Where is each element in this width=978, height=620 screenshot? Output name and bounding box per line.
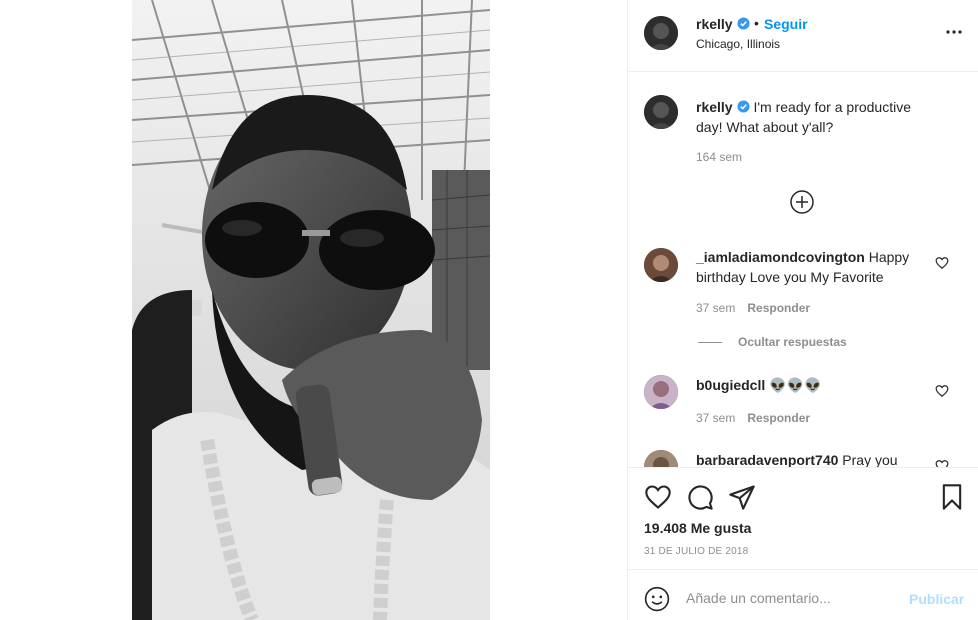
post-actions: 19.408 Me gusta 31 DE JULIO DE 2018 (628, 467, 978, 569)
post-date[interactable]: 31 DE JULIO DE 2018 (644, 546, 748, 557)
avatar-image (644, 95, 678, 129)
comment-text: barbaradavenport740 Pray you (696, 450, 936, 467)
more-options-icon[interactable] (944, 22, 964, 42)
commenter-avatar[interactable] (644, 450, 678, 467)
comment-timestamp[interactable]: 37 sem (696, 301, 735, 315)
post-location[interactable]: Chicago, Illinois (696, 37, 780, 51)
comment-body: 👽👽👽 (769, 377, 822, 393)
comment-meta: 37 sem Responder (696, 301, 810, 315)
comment-username[interactable]: barbaradavenport740 (696, 452, 838, 467)
save-bookmark-icon[interactable] (938, 483, 966, 511)
comment-like-icon[interactable] (935, 459, 949, 467)
commenter-avatar[interactable] (644, 375, 678, 409)
hide-replies-label: Ocultar respuestas (738, 335, 847, 349)
comment-timestamp[interactable]: 37 sem (696, 411, 735, 425)
likes-count[interactable]: 19.408 Me gusta (644, 520, 751, 536)
comment-username[interactable]: b0ugiedcll (696, 377, 765, 393)
caption-avatar[interactable] (644, 95, 678, 129)
caption-timestamp[interactable]: 164 sem (696, 150, 742, 164)
comment-text: b0ugiedcll 👽👽👽 (696, 375, 936, 395)
avatar-image (644, 450, 678, 467)
add-comment-bar: Publicar (628, 569, 978, 620)
author-username[interactable]: rkelly (696, 16, 750, 32)
comment-like-icon[interactable] (935, 256, 949, 270)
comment-body: Pray you (842, 452, 898, 467)
reply-button[interactable]: Responder (747, 301, 810, 315)
comment-username[interactable]: _iamladiamondcovington (696, 249, 865, 265)
hide-replies-button[interactable]: Ocultar respuestas (698, 335, 847, 349)
load-more-comments-icon[interactable] (789, 189, 815, 215)
emoji-smiley-icon[interactable] (644, 586, 670, 612)
caption-username[interactable]: rkelly (696, 99, 733, 115)
separator-dot: • (754, 15, 759, 31)
comment-text: _iamladiamondcovington Happy birthday Lo… (696, 247, 936, 287)
like-heart-icon[interactable] (644, 483, 672, 511)
caption-text: rkelly I'm ready for a productive day! W… (696, 97, 936, 137)
commenter-avatar[interactable] (644, 248, 678, 282)
follow-button[interactable]: Seguir (764, 16, 808, 32)
post-header: rkelly • Seguir Chicago, Illinois (628, 0, 978, 72)
post-photo-illustration (132, 0, 490, 620)
verified-badge-icon (737, 17, 750, 30)
comment-bubble-icon[interactable] (686, 483, 714, 511)
comments-list[interactable]: rkelly I'm ready for a productive day! W… (628, 73, 978, 467)
avatar-image (644, 16, 678, 50)
avatar-image (644, 375, 678, 409)
author-avatar[interactable] (644, 16, 678, 50)
post-photo[interactable] (132, 0, 490, 620)
comment-input[interactable] (686, 584, 896, 612)
share-send-icon[interactable] (728, 483, 756, 511)
verified-badge-icon (737, 100, 750, 113)
avatar-image (644, 248, 678, 282)
publish-button[interactable]: Publicar (909, 591, 964, 607)
post-side-panel: rkelly • Seguir Chicago, Illinois rkelly… (627, 0, 978, 620)
comment-meta: 37 sem Responder (696, 411, 810, 425)
reply-button[interactable]: Responder (747, 411, 810, 425)
media-column (0, 0, 627, 620)
comment-like-icon[interactable] (935, 384, 949, 398)
hide-replies-line (698, 342, 722, 344)
